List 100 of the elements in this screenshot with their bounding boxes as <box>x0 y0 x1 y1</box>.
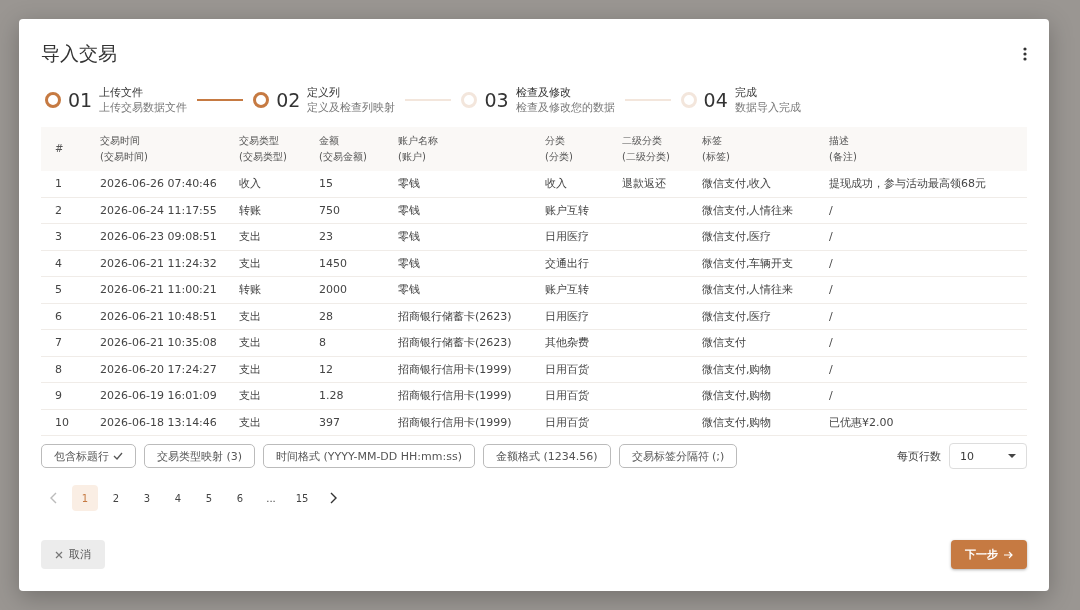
table-cell: / <box>829 389 833 403</box>
table-cell: 2026-06-21 11:24:32 <box>100 256 217 270</box>
table-cell: 12 <box>319 362 333 376</box>
table-cell: / <box>829 283 833 297</box>
column-mapping: (交易类型) <box>239 150 288 164</box>
table-cell: 微信支付,购物 <box>702 362 772 376</box>
table-cell: 支出 <box>239 415 261 429</box>
column-mapping: (二级分类) <box>622 150 671 164</box>
table-cell: 3 <box>55 230 62 244</box>
table-cell: 2026-06-26 07:40:46 <box>100 177 217 191</box>
page-button[interactable]: 15 <box>289 485 315 511</box>
table-cell: 2026-06-23 09:08:51 <box>100 230 217 244</box>
table-cell: 微信支付,购物 <box>702 389 772 403</box>
page-button[interactable]: 2 <box>103 485 129 511</box>
table-cell: 转账 <box>239 283 261 297</box>
step-title: 定义列 <box>307 85 342 100</box>
step-number: 04 <box>703 89 728 111</box>
table-cell: 提现成功，参与活动最高领68元 <box>829 177 986 191</box>
table-cell: 其他杂费 <box>545 336 589 350</box>
column-header: 账户名称 <box>398 134 439 148</box>
table-cell: 8 <box>319 336 326 350</box>
option-chip[interactable]: 金额格式 (1234.56) <box>482 444 611 468</box>
table-cell: 招商银行信用卡(1999) <box>398 362 512 376</box>
table-cell: 微信支付,收入 <box>702 177 772 191</box>
table-cell: 零钱 <box>398 256 420 270</box>
table-cell: 9 <box>55 389 62 403</box>
table-cell: 2026-06-18 13:14:46 <box>100 415 217 429</box>
column-mapping: (备注) <box>829 150 858 164</box>
table-cell: 7 <box>55 336 62 350</box>
table-cell: 收入 <box>545 177 567 191</box>
table-cell: 2026-06-21 11:00:21 <box>100 283 217 297</box>
step-subtitle: 定义及检查列映射 <box>307 101 396 115</box>
table-cell: 5 <box>55 283 62 297</box>
column-header: 交易类型 <box>239 134 280 148</box>
page-button[interactable]: ... <box>258 485 284 511</box>
page-button[interactable]: 4 <box>165 485 191 511</box>
option-chip[interactable]: 包含标题行 <box>41 444 136 468</box>
check-icon <box>113 452 123 460</box>
table-cell: / <box>829 362 833 376</box>
table-cell: 微信支付 <box>702 336 746 350</box>
table-cell: 微信支付,人情往来 <box>702 283 794 297</box>
table-cell: 支出 <box>239 256 261 270</box>
table-cell: 交通出行 <box>545 256 589 270</box>
close-icon <box>55 550 63 559</box>
option-chip[interactable]: 交易标签分隔符 (;) <box>618 444 738 468</box>
table-cell: 支出 <box>239 309 261 323</box>
table-cell: 零钱 <box>398 177 420 191</box>
column-header: 描述 <box>829 134 850 148</box>
table-cell: 2026-06-21 10:35:08 <box>100 336 217 350</box>
rows-per-page-select[interactable]: 10 <box>949 443 1027 469</box>
table-cell: 日用百货 <box>545 389 589 403</box>
table-cell: 退款返还 <box>622 177 666 191</box>
table-cell: 23 <box>319 230 333 244</box>
table-cell: / <box>829 336 833 350</box>
table-cell: 日用医疗 <box>545 309 589 323</box>
table-cell: 微信支付,购物 <box>702 415 772 429</box>
table-cell: 支出 <box>239 362 261 376</box>
table-cell: 转账 <box>239 203 261 217</box>
table-cell: 招商银行信用卡(1999) <box>398 415 512 429</box>
cancel-button[interactable]: 取消 <box>41 540 105 569</box>
table-cell: 微信支付,医疗 <box>702 230 772 244</box>
table-cell: 397 <box>319 415 340 429</box>
table-cell: 招商银行储蓄卡(2623) <box>398 336 512 350</box>
table-cell: 账户互转 <box>545 203 589 217</box>
table-cell: 零钱 <box>398 230 420 244</box>
table-cell: 微信支付,人情往来 <box>702 203 794 217</box>
table-cell: 15 <box>319 177 333 191</box>
table-cell: 2000 <box>319 283 347 297</box>
page-button[interactable]: 6 <box>227 485 253 511</box>
page-button[interactable]: 5 <box>196 485 222 511</box>
step-title: 检查及修改 <box>515 85 572 100</box>
table-cell: 支出 <box>239 336 261 350</box>
rows-per-page-label: 每页行数 <box>897 448 941 464</box>
table-cell: 已优惠¥2.00 <box>829 415 894 429</box>
column-header: 分类 <box>545 134 566 148</box>
column-mapping: (标签) <box>702 150 731 164</box>
step-number: 03 <box>484 89 509 111</box>
option-chip[interactable]: 时间格式 (YYYY-MM-DD HH:mm:ss) <box>263 444 475 468</box>
table-cell: 1450 <box>319 256 347 270</box>
more-icon[interactable] <box>1023 47 1027 61</box>
table-cell: 8 <box>55 362 62 376</box>
table-cell: 4 <box>55 256 62 270</box>
column-mapping: (账户) <box>398 150 427 164</box>
column-mapping: (交易金额) <box>319 150 368 164</box>
step-subtitle: 检查及修改您的数据 <box>515 101 615 115</box>
dialog-title: 导入交易 <box>41 41 117 66</box>
table-cell: 28 <box>319 309 333 323</box>
table-cell: 零钱 <box>398 203 420 217</box>
option-chip[interactable]: 交易类型映射 (3) <box>144 444 256 468</box>
column-header: 二级分类 <box>622 134 663 148</box>
step-number: 02 <box>276 89 301 111</box>
column-header: # <box>55 142 65 156</box>
arrow-right-icon <box>1004 550 1013 559</box>
table-cell: 日用百货 <box>545 415 589 429</box>
table-cell: 750 <box>319 203 340 217</box>
table-cell: 收入 <box>239 177 261 191</box>
table-cell: 微信支付,车辆开支 <box>702 256 794 270</box>
page-button[interactable]: 3 <box>134 485 160 511</box>
table-cell: 6 <box>55 309 62 323</box>
table-cell: 2026-06-24 11:17:55 <box>100 203 217 217</box>
